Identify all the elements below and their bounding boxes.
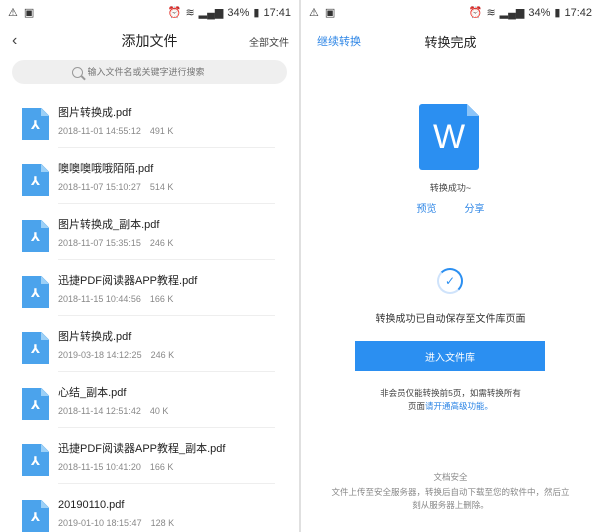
pdf-file-icon: ⅄ (22, 108, 49, 140)
upgrade-link[interactable]: 请开通高级功能。 (425, 401, 493, 411)
file-name: 迅捷PDF阅读器APP教程_副本.pdf (58, 443, 226, 455)
list-item[interactable]: ⅄ 噢噢噢哦哦陌陌.pdf 2018-11-07 15:10:27 514 K (0, 156, 299, 212)
wifi-icon: ≋ (486, 6, 496, 19)
status-bar: ⚠ ▣ ⏰ ≋ ▂▄▆ 34% ▮ 17:41 (0, 0, 299, 26)
add-file-screen: ⚠ ▣ ⏰ ≋ ▂▄▆ 34% ▮ 17:41 ‹ 添加文件 全部文件 ⅄ 图片… (0, 0, 299, 532)
battery-icon: ▮ (253, 6, 260, 19)
file-size: 128 K (150, 518, 175, 528)
list-item[interactable]: ⅄ 迅捷PDF阅读器APP教程.pdf 2018-11-15 10:44:56 1… (0, 268, 299, 324)
file-date: 2018-11-15 10:44:56 (58, 294, 141, 304)
status-time: 17:41 (263, 7, 291, 19)
pdf-file-icon: ⅄ (22, 444, 49, 476)
file-list: ⅄ 图片转换成.pdf 2018-11-01 14:55:12 491 K ⅄ 噢… (0, 100, 299, 532)
file-name: 20190110.pdf (58, 499, 125, 511)
alarm-icon: ⏰ (468, 6, 483, 19)
list-item[interactable]: ⅄ 心结_副本.pdf 2018-11-14 12:51:42 40 K (0, 380, 299, 436)
member-notice: 非会员仅能转换前5页，如需转换所有 页面请开通高级功能。 (341, 387, 560, 413)
warning-icon: ⚠ (309, 6, 319, 19)
top-bar: 继续转换 转换完成 (301, 26, 600, 56)
file-name: 图片转换成.pdf (58, 331, 132, 343)
list-item[interactable]: ⅄ 图片转换成.pdf 2019-03-18 14:12:25 246 K (0, 324, 299, 380)
list-item[interactable]: ⅄ 20190110.pdf 2019-01-10 18:15:47 128 K (0, 492, 299, 532)
preview-link[interactable]: 预览 (417, 200, 437, 215)
warning-icon: ⚠ (8, 6, 18, 19)
file-size: 166 K (149, 462, 174, 472)
signal-icon: ▂▄▆ (198, 6, 224, 19)
security-text: 文件上传至安全服务器，转换后自动下载至您的软件中，然后立刻从服务器上删除。 (331, 487, 570, 510)
screenshot-icon: ▣ (324, 6, 336, 19)
file-size: 40 K (149, 406, 169, 416)
pdf-file-icon: ⅄ (22, 276, 49, 308)
file-size: 246 K (149, 238, 174, 248)
wifi-icon: ≋ (185, 6, 195, 19)
file-date: 2018-11-15 10:41:20 (58, 462, 141, 472)
search-icon (71, 66, 83, 78)
page-title: 转换完成 (424, 34, 477, 50)
file-name: 迅捷PDF阅读器APP教程.pdf (58, 275, 198, 287)
security-title: 文档安全 (433, 472, 468, 482)
file-name: 噢噢噢哦哦陌陌.pdf (58, 163, 154, 175)
battery-icon: ▮ (554, 6, 561, 19)
list-item[interactable]: ⅄ 图片转换成_副本.pdf 2018-11-07 15:35:15 246 K (0, 212, 299, 268)
file-date: 2018-11-07 15:35:15 (58, 238, 141, 248)
pdf-file-icon: ⅄ (22, 332, 49, 364)
battery-text: 34% (227, 7, 250, 19)
file-date: 2018-11-07 15:10:27 (58, 182, 141, 192)
search-bar[interactable] (12, 60, 287, 84)
all-files-button[interactable]: 全部文件 (249, 34, 289, 49)
alarm-icon: ⏰ (167, 6, 182, 19)
file-actions: 预览 分享 (301, 200, 600, 215)
share-link[interactable]: 分享 (465, 200, 485, 215)
enter-library-button[interactable]: 进入文件库 (355, 341, 545, 371)
battery-text: 34% (528, 7, 551, 19)
list-item[interactable]: ⅄ 迅捷PDF阅读器APP教程_副本.pdf 2018-11-15 10:41:… (0, 436, 299, 492)
file-size: 246 K (150, 350, 175, 360)
pdf-file-icon: ⅄ (22, 164, 49, 196)
signal-icon: ▂▄▆ (499, 6, 525, 19)
pdf-file-icon: ⅄ (22, 500, 49, 532)
status-time: 17:42 (564, 7, 592, 19)
list-item[interactable]: ⅄ 图片转换成.pdf 2018-11-01 14:55:12 491 K (0, 100, 299, 156)
file-name: 图片转换成.pdf (58, 107, 132, 119)
file-size: 166 K (149, 294, 174, 304)
file-date: 2018-11-01 14:55:12 (58, 126, 141, 136)
member-note-line1: 非会员仅能转换前5页，如需转换所有 (380, 388, 521, 398)
conversion-success-text: 转换成功~ (429, 183, 472, 193)
file-name: 心结_副本.pdf (58, 387, 127, 399)
screenshot-icon: ▣ (23, 6, 35, 19)
file-name: 图片转换成_副本.pdf (58, 219, 160, 231)
file-date: 2018-11-14 12:51:42 (58, 406, 141, 416)
conversion-complete-screen: ⚠ ▣ ⏰ ≋ ▂▄▆ 34% ▮ 17:42 继续转换 转换完成 W 转换成功… (301, 0, 600, 532)
file-size: 514 K (149, 182, 174, 192)
word-document-icon: W (419, 104, 479, 170)
checkmark-icon: ✓ (444, 274, 456, 288)
search-input[interactable] (87, 67, 228, 77)
check-circle-icon: ✓ (437, 268, 463, 294)
pdf-file-icon: ⅄ (22, 220, 49, 252)
status-bar: ⚠ ▣ ⏰ ≋ ▂▄▆ 34% ▮ 17:42 (301, 0, 600, 26)
pdf-file-icon: ⅄ (22, 388, 49, 420)
file-date: 2019-01-10 18:15:47 (58, 518, 142, 528)
file-size: 491 K (149, 126, 174, 136)
file-date: 2019-03-18 14:12:25 (58, 350, 142, 360)
top-bar: ‹ 添加文件 全部文件 (0, 26, 299, 56)
member-note-line2: 页面 (407, 401, 425, 411)
word-letter: W (432, 118, 466, 156)
saved-message: 转换成功已自动保存至文件库页面 (375, 314, 526, 325)
